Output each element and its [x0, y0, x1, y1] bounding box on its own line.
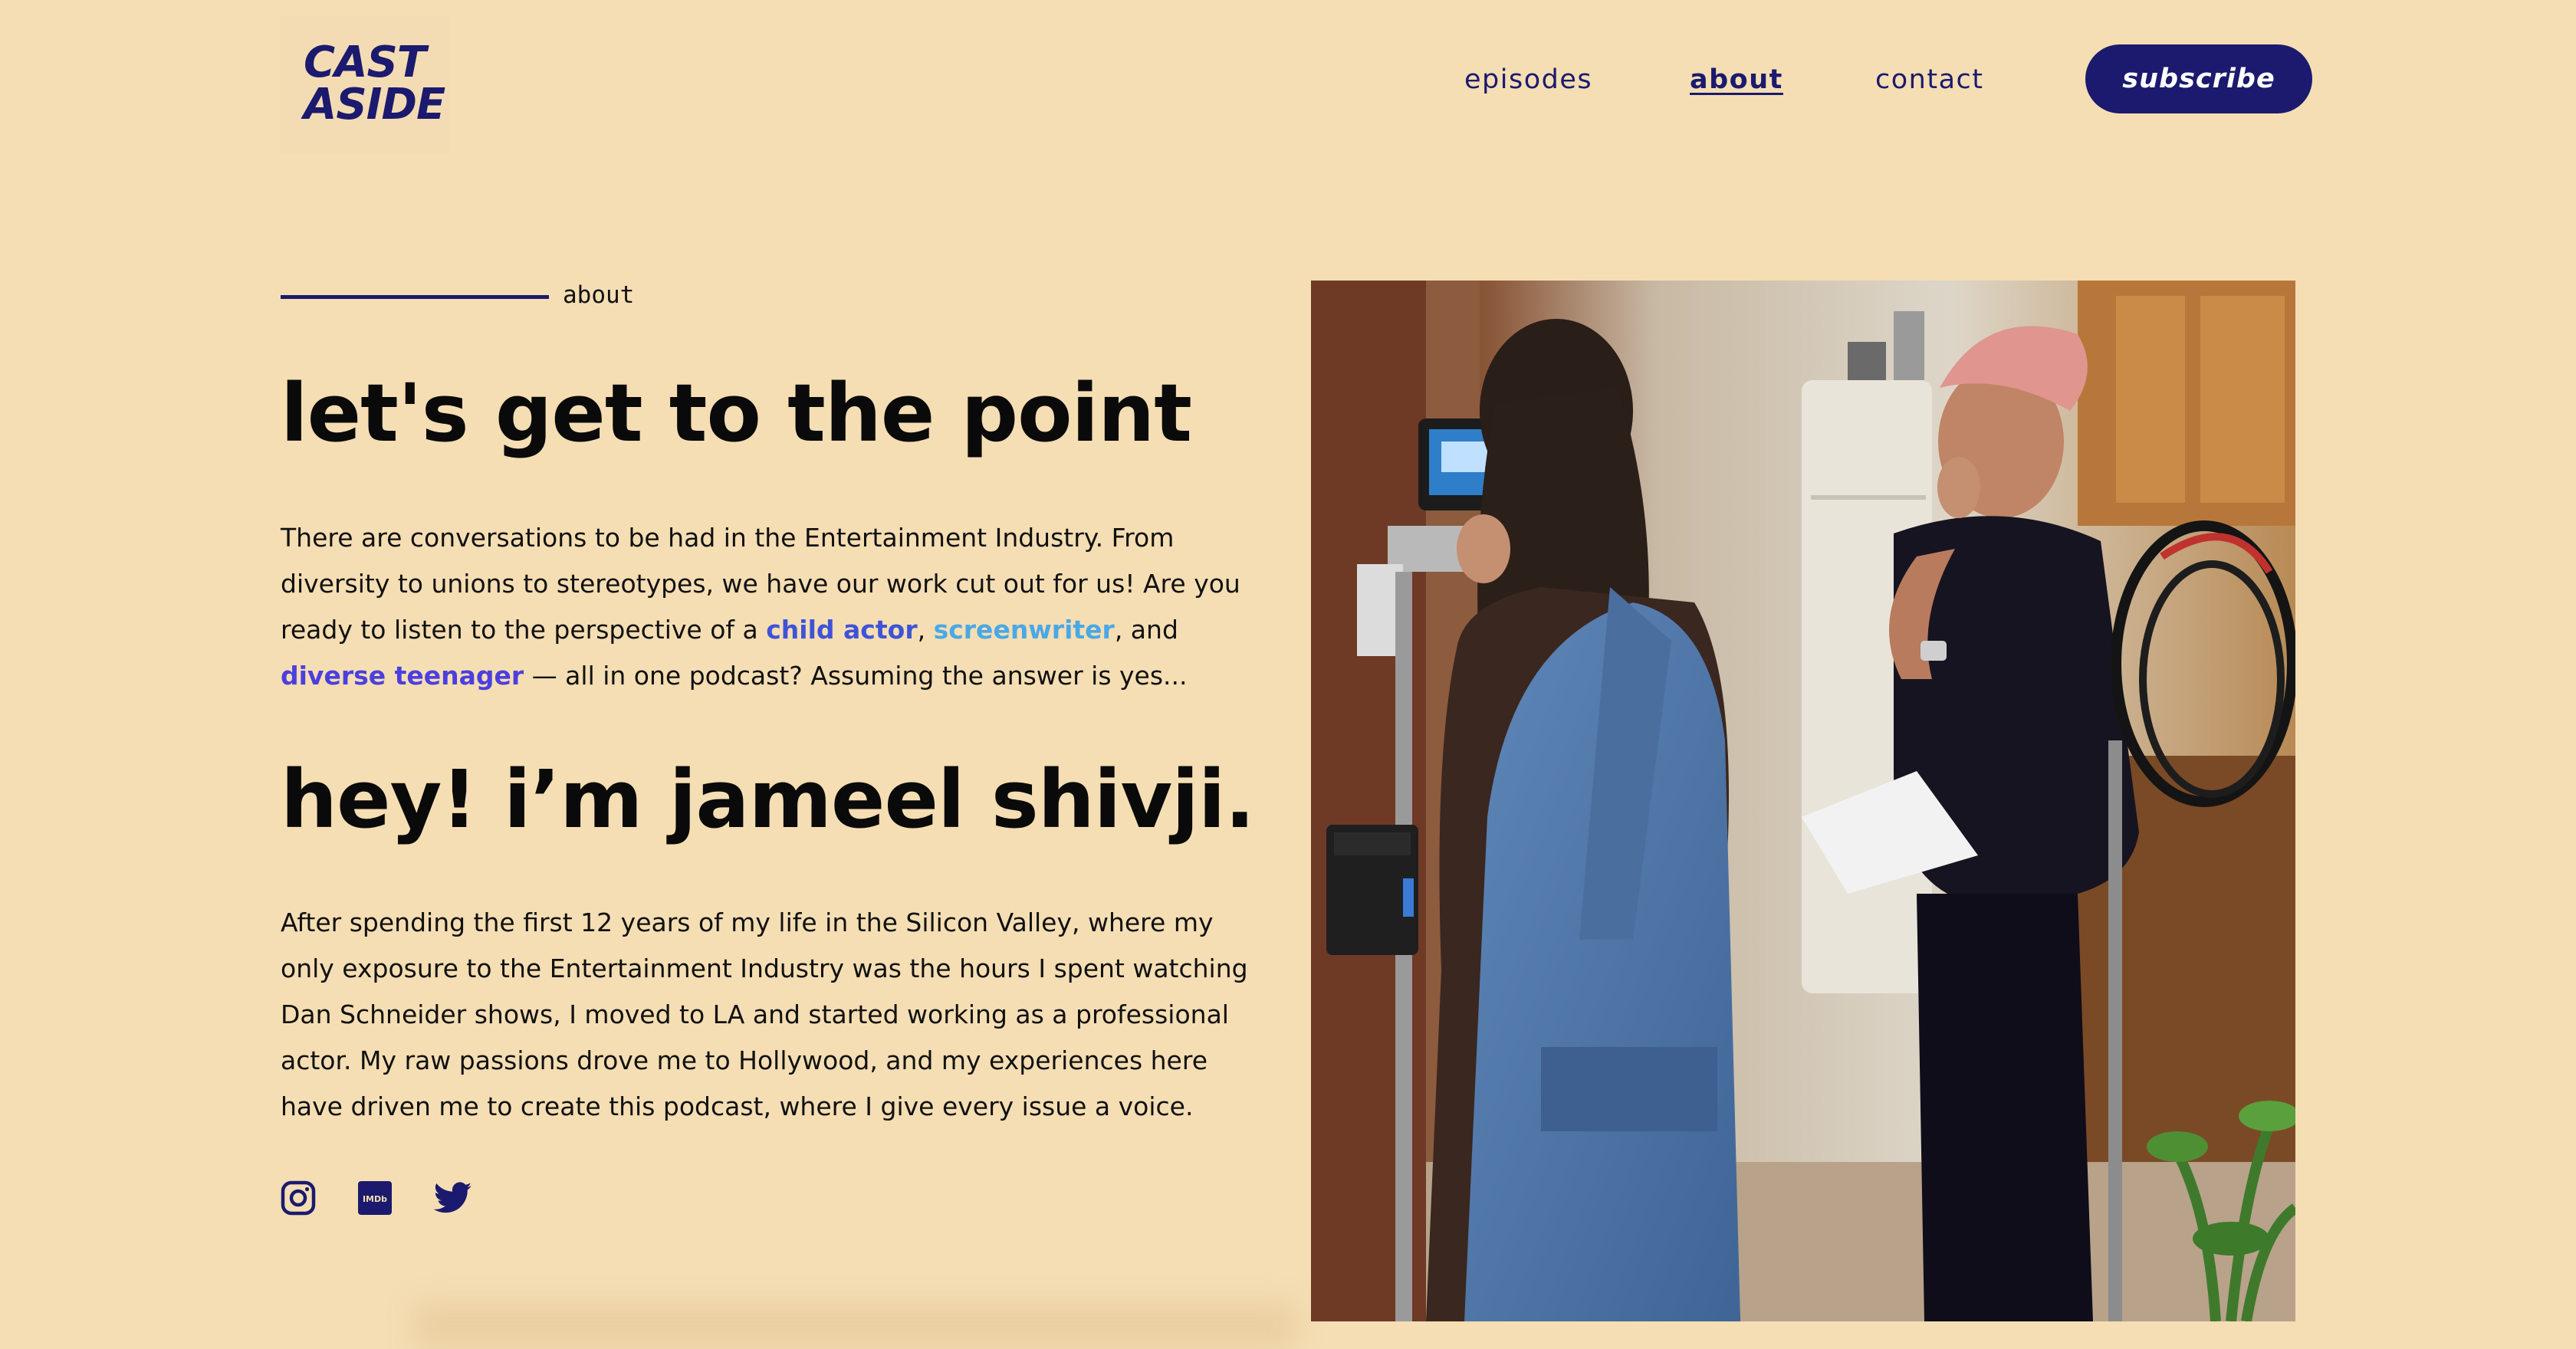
instagram-icon[interactable] — [279, 1179, 317, 1217]
nav-episodes-link[interactable]: episodes — [1464, 55, 1592, 104]
intro-paragraph: There are conversations to be had in the… — [281, 515, 1270, 699]
nav-contact-link[interactable]: contact — [1875, 55, 1983, 104]
twitter-icon[interactable] — [434, 1179, 472, 1217]
about-heading: let's get to the point — [281, 366, 1192, 460]
intro-text-after: — all in one podcast? Assuming the answe… — [524, 661, 1188, 691]
diverse-teenager-link[interactable]: diverse teenager — [281, 661, 524, 691]
footer-shadow — [414, 1303, 1296, 1349]
about-photo — [1311, 281, 2295, 1321]
screenwriter-link[interactable]: screenwriter — [934, 615, 1115, 645]
intro-separator-2: , and — [1114, 615, 1178, 645]
logo-line-2: ASIDE — [304, 80, 445, 130]
child-actor-link[interactable]: child actor — [766, 615, 917, 645]
subscribe-button[interactable]: subscribe — [2085, 44, 2312, 113]
film-set-photo-illustration — [1311, 281, 2295, 1321]
imdb-icon[interactable]: IMDb — [356, 1179, 394, 1217]
logo-line-1: CAST — [304, 38, 426, 88]
site-logo[interactable]: CAST ASIDE — [281, 15, 449, 153]
imdb-icon-text: IMDb — [363, 1194, 387, 1204]
section-label: about — [563, 281, 635, 309]
intro-separator-1: , — [917, 615, 934, 645]
host-heading: hey! i’m jameel shivji. — [281, 753, 1255, 846]
section-divider-line — [281, 295, 549, 299]
bio-paragraph: After spending the first 12 years of my … — [281, 908, 1248, 1121]
nav-about-link[interactable]: about — [1690, 55, 1783, 104]
